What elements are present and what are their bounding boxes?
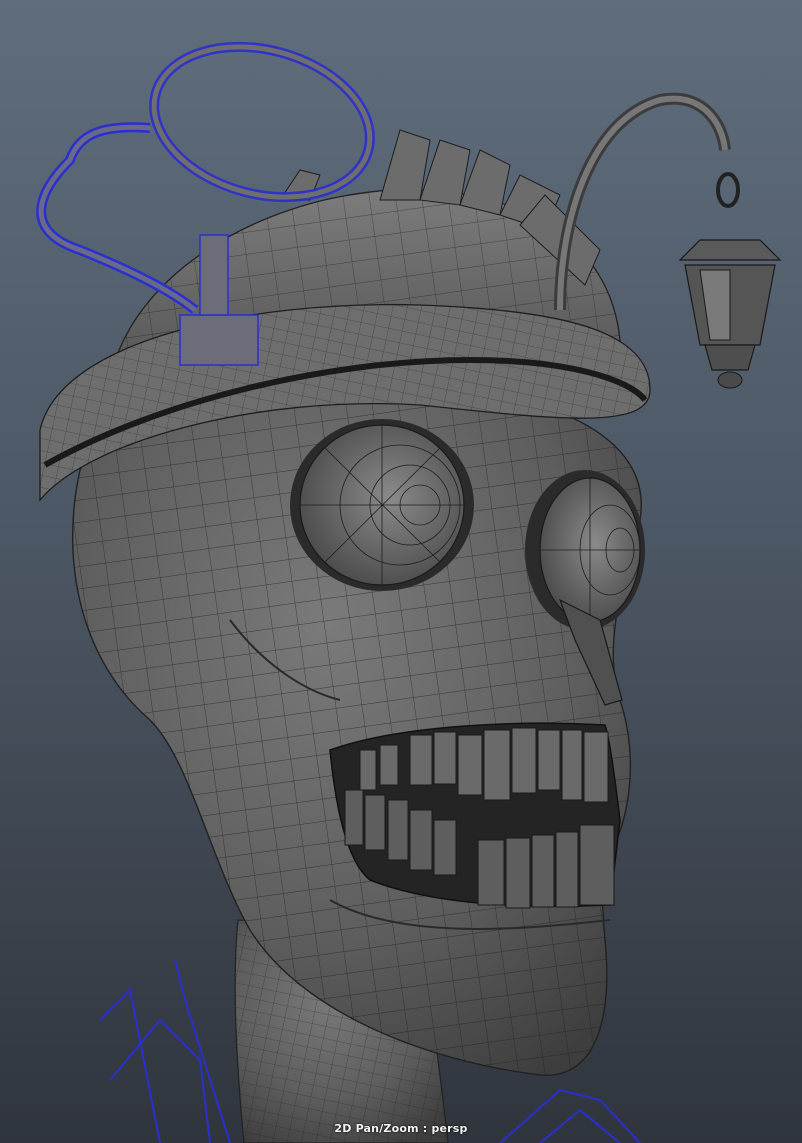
3d-viewport-persp[interactable]: 2D Pan/Zoom : persp (0, 0, 802, 1143)
scene-render[interactable] (0, 0, 802, 1143)
mouth-mesh[interactable] (329, 722, 621, 909)
eye-left-mesh[interactable] (290, 419, 474, 591)
eye-right-mesh[interactable] (525, 470, 645, 630)
